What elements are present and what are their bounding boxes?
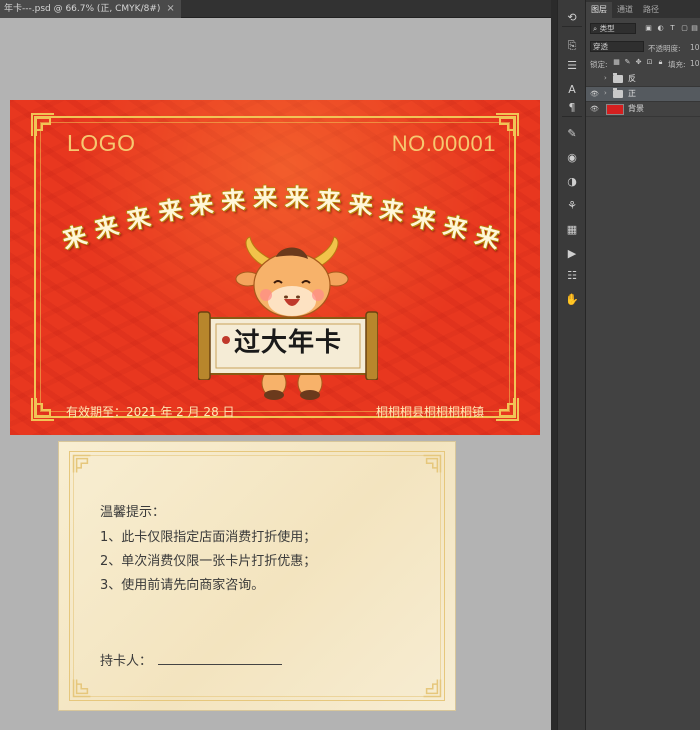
tool-divider bbox=[562, 26, 582, 27]
card-back: 温馨提示： 1、此卡仅限指定店面消费打折使用； 2、单次消费仅限一张卡片打折优惠… bbox=[58, 441, 456, 711]
smart-filter-icon[interactable]: ▤ bbox=[690, 24, 699, 33]
tab-channels[interactable]: 通道 bbox=[612, 2, 638, 18]
lai-character: 来 bbox=[155, 194, 184, 227]
blend-row: 穿透 不透明度: 10 bbox=[586, 40, 700, 54]
fill-value[interactable]: 10 bbox=[690, 59, 700, 68]
pixel-filter-icon[interactable]: ▣ bbox=[644, 24, 653, 33]
history-icon[interactable]: ⟲ bbox=[563, 10, 581, 26]
close-icon[interactable]: × bbox=[166, 0, 174, 18]
lock-artboard-icon[interactable]: ⊡ bbox=[645, 58, 654, 67]
puppet-icon[interactable]: ✋ bbox=[563, 292, 581, 308]
lai-character: 来 bbox=[284, 183, 310, 213]
document-tab-title: 年卡---.psd @ 66.7% (正, CMYK/8#) bbox=[4, 4, 161, 14]
lock-pixels-icon[interactable]: ▦ bbox=[612, 58, 621, 67]
lai-character: 来 bbox=[220, 184, 247, 216]
opacity-label: 不透明度: bbox=[648, 44, 681, 53]
corner-ornament-icon bbox=[496, 113, 519, 136]
blend-mode-select[interactable]: 穿透 bbox=[590, 41, 644, 52]
lock-all-icon[interactable]: 🔒︎ bbox=[656, 58, 665, 67]
character-icon[interactable]: A bbox=[563, 82, 581, 98]
layer-group-front[interactable]: 👁︎ › 正 bbox=[586, 87, 700, 102]
color-icon[interactable]: ◑ bbox=[563, 174, 581, 190]
swatches-icon[interactable]: ⚘ bbox=[563, 198, 581, 214]
corner-ornament-icon bbox=[496, 398, 519, 421]
brush-icon[interactable]: ✎ bbox=[563, 126, 581, 142]
play-icon[interactable]: ▶ bbox=[563, 246, 581, 262]
layer-filter-row: ⌕ 类型 ▣ ◐ T ▢ ▤ bbox=[586, 22, 700, 36]
notice-heading: 温馨提示： bbox=[100, 505, 166, 520]
card-number: NO.00001 bbox=[391, 131, 496, 156]
corner-ornament-icon bbox=[423, 679, 442, 698]
transform-icon[interactable]: ⎘ bbox=[563, 38, 581, 54]
card-address: 桐桐桐县桐桐桐桐镇 bbox=[375, 405, 484, 419]
lai-character: 来 bbox=[252, 183, 278, 213]
lock-paint-icon[interactable]: ✎ bbox=[623, 58, 632, 67]
layers-panel: 图层 通道 路径 ⌕ 类型 ▣ ◐ T ▢ ▤ 穿透 不透明度: 10 锁定: … bbox=[586, 0, 700, 730]
tab-layers[interactable]: 图层 bbox=[586, 2, 612, 18]
eye-icon[interactable]: 👁︎ bbox=[590, 90, 600, 98]
lock-label: 锁定: bbox=[590, 60, 608, 69]
corner-ornament-icon bbox=[423, 454, 442, 473]
filter-kind-select[interactable]: ⌕ 类型 bbox=[590, 23, 636, 34]
notice-rule: 1、此卡仅限指定店面消费打折使用； bbox=[100, 530, 317, 545]
corner-ornament-icon bbox=[72, 454, 91, 473]
adjust-sliders-icon[interactable]: ☰ bbox=[563, 58, 581, 74]
panel-icon-column: ⟲ ⎘ ☰ A ¶ ✎ ◉ ◑ ⚘ ▦ ▶ ☷ ✋ bbox=[557, 0, 586, 730]
properties-icon[interactable]: ☷ bbox=[563, 268, 581, 284]
lai-character: 来 bbox=[188, 188, 215, 221]
filter-kind-value: 类型 bbox=[599, 24, 615, 33]
paragraph-icon[interactable]: ¶ bbox=[563, 100, 581, 116]
type-filter-icon[interactable]: T bbox=[668, 24, 677, 33]
notice-rule: 3、使用前请先向商家咨询。 bbox=[100, 578, 265, 593]
document-tab-bar: 年卡---.psd @ 66.7% (正, CMYK/8#) × bbox=[0, 0, 556, 18]
corner-ornament-icon bbox=[31, 113, 54, 136]
corner-ornament-icon bbox=[31, 398, 54, 421]
lai-character: 来 bbox=[347, 188, 374, 221]
visibility-toggle[interactable] bbox=[590, 75, 600, 83]
corner-ornament-icon bbox=[72, 679, 91, 698]
lock-row: 锁定: ▦ ✎ ✥ ⊡ 🔒︎ 填充: 10 bbox=[586, 56, 700, 70]
holder-label: 持卡人： bbox=[100, 654, 153, 669]
layer-group-back[interactable]: › 反 bbox=[586, 72, 700, 87]
fill-label: 填充: bbox=[668, 60, 686, 69]
eye-icon[interactable]: 👁︎ bbox=[590, 105, 600, 113]
layer-thumbnail bbox=[606, 104, 624, 115]
folder-icon bbox=[613, 73, 623, 83]
card-validity: 有效期至：2021 年 2 月 28 日 bbox=[66, 405, 235, 419]
grid-icon[interactable]: ▦ bbox=[563, 222, 581, 238]
shape-filter-icon[interactable]: ▢ bbox=[680, 24, 689, 33]
lai-character: 来 bbox=[315, 184, 342, 216]
layer-name: 背景 bbox=[628, 104, 644, 113]
layer-background[interactable]: 👁︎ 背景 bbox=[586, 102, 700, 117]
scroll-title: 过大年卡 bbox=[233, 328, 342, 358]
tool-divider bbox=[562, 116, 582, 117]
opacity-value[interactable]: 10 bbox=[690, 43, 700, 52]
layer-name: 反 bbox=[628, 74, 636, 83]
card-logo: LOGO bbox=[67, 130, 136, 156]
folder-icon bbox=[613, 88, 623, 98]
tab-paths[interactable]: 路径 bbox=[638, 2, 664, 18]
layers-panel-tabs: 图层 通道 路径 bbox=[586, 0, 700, 18]
document-tab[interactable]: 年卡---.psd @ 66.7% (正, CMYK/8#) × bbox=[0, 0, 181, 18]
card-front: LOGO NO.00001 来来来来来来来来来来来来来来 过大年卡 有效期至：2… bbox=[10, 100, 540, 435]
styles-icon[interactable]: ◉ bbox=[563, 150, 581, 166]
holder-signature-line bbox=[158, 664, 282, 665]
notice-rule: 2、单次消费仅限一张卡片打折优惠； bbox=[100, 554, 317, 569]
search-icon: ⌕ bbox=[593, 24, 600, 33]
chevron-right-icon[interactable]: › bbox=[604, 89, 607, 97]
adjustment-filter-icon[interactable]: ◐ bbox=[656, 24, 665, 33]
layer-name: 正 bbox=[628, 89, 636, 98]
lock-move-icon[interactable]: ✥ bbox=[634, 58, 643, 67]
chevron-right-icon[interactable]: › bbox=[604, 74, 607, 82]
